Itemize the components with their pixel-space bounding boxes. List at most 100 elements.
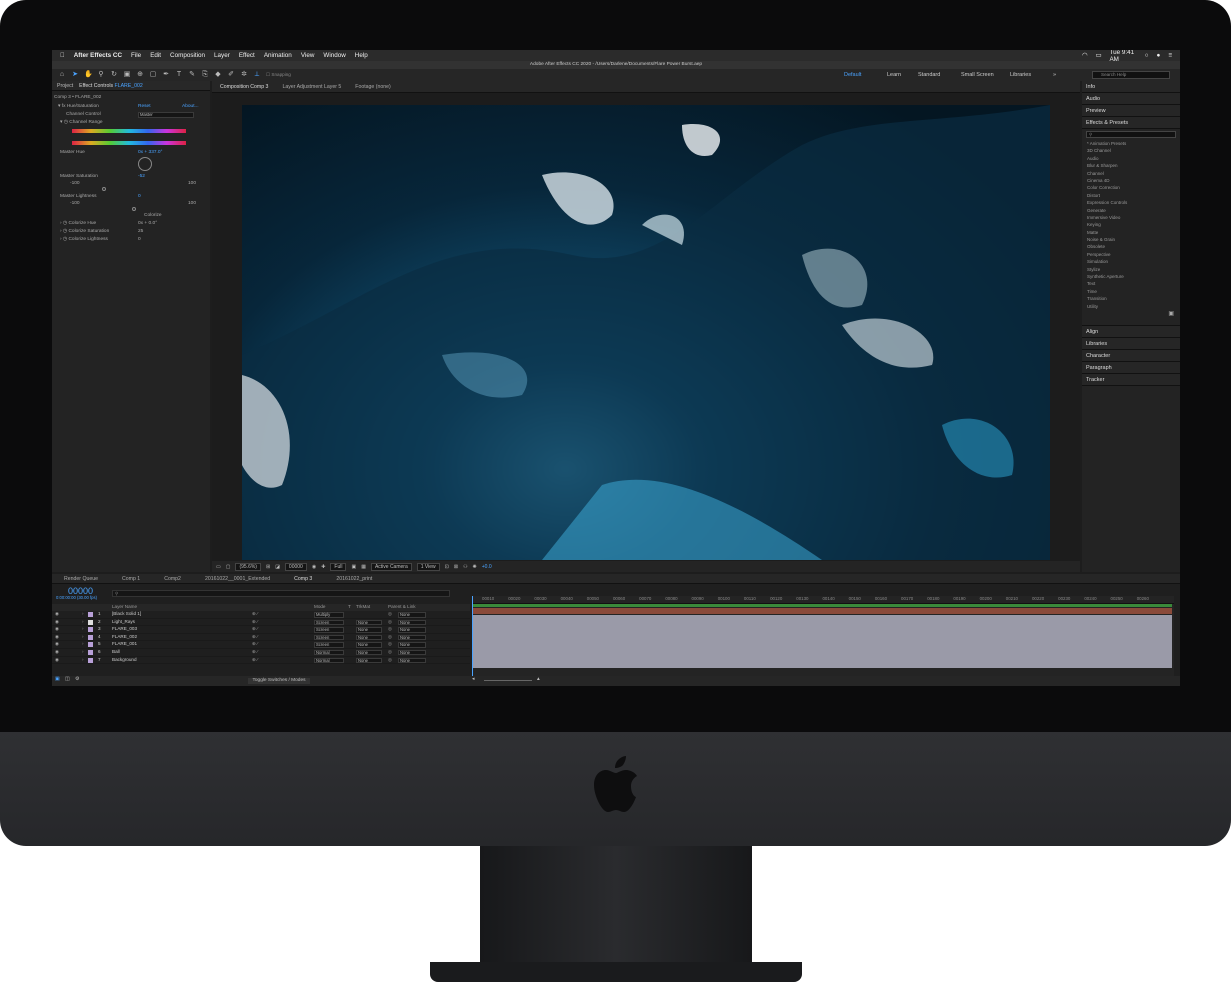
search-icon[interactable]: ○ bbox=[1145, 52, 1149, 59]
layer-trkmat-select[interactable]: None bbox=[356, 634, 382, 641]
layer-trkmat-select[interactable]: None bbox=[356, 627, 382, 633]
layer-color-label[interactable] bbox=[88, 657, 93, 663]
footer-layer-icon[interactable]: ◫ bbox=[65, 677, 70, 682]
zoom-out-icon[interactable]: ◂ bbox=[472, 677, 474, 682]
panel-preview[interactable]: Preview bbox=[1082, 105, 1180, 117]
composition-preview-image[interactable] bbox=[242, 105, 1050, 560]
snapping-checkbox[interactable]: ☐ Snapping bbox=[266, 72, 291, 78]
menu-layer[interactable]: Layer bbox=[214, 52, 230, 59]
panel-tracker[interactable]: Tracker bbox=[1082, 373, 1180, 386]
colorize-lightness-value[interactable]: 0 bbox=[138, 237, 141, 244]
timeline-tracks[interactable]: 00010 00020 00030 00040 00050 00060 00070 00080… bbox=[472, 596, 1174, 676]
effects-category[interactable]: Immersive Video bbox=[1087, 214, 1180, 221]
monitor-icon[interactable]: ▢ bbox=[226, 564, 231, 570]
layer-switches-icon[interactable]: ⊕ ⁄ bbox=[252, 634, 258, 640]
layer-color-label[interactable] bbox=[88, 649, 93, 655]
apple-menu-icon[interactable]:  bbox=[60, 52, 65, 59]
expand-arrow-icon[interactable]: › bbox=[82, 657, 84, 662]
effects-category[interactable]: 3D Channel bbox=[1087, 147, 1180, 154]
rotate-tool-icon[interactable]: ↻ bbox=[110, 71, 118, 79]
layer-color-label[interactable] bbox=[88, 627, 93, 633]
siri-icon[interactable]: ● bbox=[1157, 52, 1161, 59]
tab-comp-3[interactable]: Comp 3 bbox=[282, 576, 324, 582]
layer-parent-select[interactable]: None bbox=[398, 634, 426, 641]
effects-category[interactable]: Utility bbox=[1087, 303, 1180, 310]
workspace-default[interactable]: Default bbox=[844, 69, 861, 81]
layer-mode-select[interactable]: Screen bbox=[314, 619, 344, 626]
resolution-select[interactable]: Full bbox=[330, 562, 347, 571]
camera-select[interactable]: Active Camera bbox=[370, 562, 412, 571]
workspace-libraries[interactable]: Libraries bbox=[1010, 69, 1031, 81]
layer-row[interactable]: ◉ › 5 FLARE_001 ⊕ ⁄ Screen None ◎ None bbox=[52, 641, 470, 649]
panel-paragraph[interactable]: Paragraph bbox=[1082, 361, 1180, 374]
playhead[interactable] bbox=[472, 596, 473, 676]
wifi-icon[interactable]: ◠ bbox=[1082, 52, 1088, 59]
menu-composition[interactable]: Composition bbox=[170, 52, 205, 59]
layer-row[interactable]: ◉ › 3 FLARE_003 ⊕ ⁄ Screen None ◎ None bbox=[52, 626, 470, 634]
channel-range-toggle[interactable]: ▾ ◷ Channel Range bbox=[60, 120, 103, 127]
parent-pickwhip-icon[interactable]: ◎ bbox=[388, 619, 392, 625]
type-tool-icon[interactable]: T bbox=[175, 71, 183, 79]
layer-switches-icon[interactable]: ⊕ ⁄ bbox=[252, 657, 258, 663]
effects-category[interactable]: * Animation Presets bbox=[1087, 140, 1180, 147]
shape-tool-icon[interactable]: ▢ bbox=[149, 71, 157, 79]
always-preview-icon[interactable]: ▭ bbox=[216, 564, 221, 570]
layer-name[interactable]: Ball bbox=[112, 649, 120, 654]
master-lightness-value[interactable]: 0 bbox=[138, 194, 141, 201]
layer-switches-icon[interactable]: ⊕ ⁄ bbox=[252, 641, 258, 647]
layer-mode-select[interactable]: Multiply bbox=[314, 612, 344, 618]
footer-comp-icon[interactable]: ▣ bbox=[55, 677, 60, 682]
panel-info[interactable]: Info bbox=[1082, 81, 1180, 93]
expand-arrow-icon[interactable]: › bbox=[82, 641, 84, 646]
snapshot-icon[interactable]: ◉ bbox=[312, 564, 316, 570]
lightness-slider-handle[interactable] bbox=[132, 207, 136, 211]
menu-edit[interactable]: Edit bbox=[150, 52, 161, 59]
layer-trkmat-select[interactable]: None bbox=[356, 649, 382, 656]
effects-category[interactable]: Obsolete bbox=[1087, 243, 1180, 250]
tab-render-queue[interactable]: Render Queue bbox=[52, 576, 110, 582]
effects-category[interactable]: Transition bbox=[1087, 295, 1180, 302]
visibility-eye-icon[interactable]: ◉ bbox=[55, 634, 59, 640]
layer-parent-select[interactable]: None bbox=[398, 642, 426, 648]
parent-pickwhip-icon[interactable]: ◎ bbox=[388, 641, 392, 647]
tab-effect-controls[interactable]: Effect Controls FLARE_002 bbox=[79, 83, 143, 89]
layer-parent-select[interactable]: None bbox=[398, 627, 426, 633]
saturation-slider-handle[interactable] bbox=[102, 187, 106, 191]
master-hue-value[interactable]: 0x + 337.0° bbox=[138, 150, 162, 157]
workspace-learn[interactable]: Learn bbox=[887, 69, 901, 81]
effects-category[interactable]: Time bbox=[1087, 288, 1180, 295]
effects-category[interactable]: Stylize bbox=[1087, 266, 1180, 273]
view-layout-select[interactable]: 1 View bbox=[416, 562, 440, 571]
effects-category[interactable]: Generate bbox=[1087, 207, 1180, 214]
layer-switches-icon[interactable]: ⊕ ⁄ bbox=[252, 626, 258, 632]
zoom-in-icon[interactable]: ▲ bbox=[536, 677, 541, 682]
tab-comp2[interactable]: Comp2 bbox=[152, 576, 193, 582]
app-menu[interactable]: After Effects CC bbox=[74, 52, 122, 59]
layer-switches-icon[interactable]: ⊕ ⁄ bbox=[252, 611, 258, 617]
roto-tool-icon[interactable]: ✐ bbox=[227, 71, 235, 79]
pan-behind-tool-icon[interactable]: ⊕ bbox=[136, 71, 144, 79]
layer-mode-select[interactable]: Screen bbox=[314, 627, 344, 633]
new-preset-icon[interactable]: ▣ bbox=[1082, 310, 1180, 326]
expand-arrow-icon[interactable]: › bbox=[82, 619, 84, 624]
zoom-slider[interactable] bbox=[484, 680, 532, 681]
about-link[interactable]: About... bbox=[182, 104, 199, 111]
layer-row[interactable]: ◉ › 6 Ball ⊕ ⁄ Normal None ◎ None bbox=[52, 649, 470, 657]
tab-print[interactable]: 20161022_print bbox=[324, 576, 384, 582]
transparency-icon[interactable]: ▦ bbox=[361, 564, 366, 570]
layer-row[interactable]: ◉ › 4 FLARE_002 ⊕ ⁄ Screen None ◎ None bbox=[52, 634, 470, 642]
visibility-eye-icon[interactable]: ◉ bbox=[55, 626, 59, 632]
header-parent[interactable]: Parent & Link bbox=[388, 604, 416, 609]
mask-icon[interactable]: ◪ bbox=[275, 564, 280, 570]
effects-category[interactable]: Blur & Sharpen bbox=[1087, 162, 1180, 169]
current-time[interactable]: 00000 bbox=[284, 562, 307, 571]
layer-name[interactable]: [Black Solid 1] bbox=[112, 611, 141, 616]
effects-category[interactable]: Matte bbox=[1087, 229, 1180, 236]
colorize-hue-value[interactable]: 0x + 0.0° bbox=[138, 221, 157, 228]
panel-align[interactable]: Align bbox=[1082, 325, 1180, 338]
layer-color-label[interactable] bbox=[88, 612, 93, 617]
effects-category[interactable]: Simulation bbox=[1087, 258, 1180, 265]
timeline-icon[interactable]: ⊠ bbox=[454, 564, 458, 570]
panel-effects-presets[interactable]: Effects & Presets bbox=[1082, 117, 1180, 129]
layer-mode-select[interactable]: Screen bbox=[314, 634, 344, 641]
